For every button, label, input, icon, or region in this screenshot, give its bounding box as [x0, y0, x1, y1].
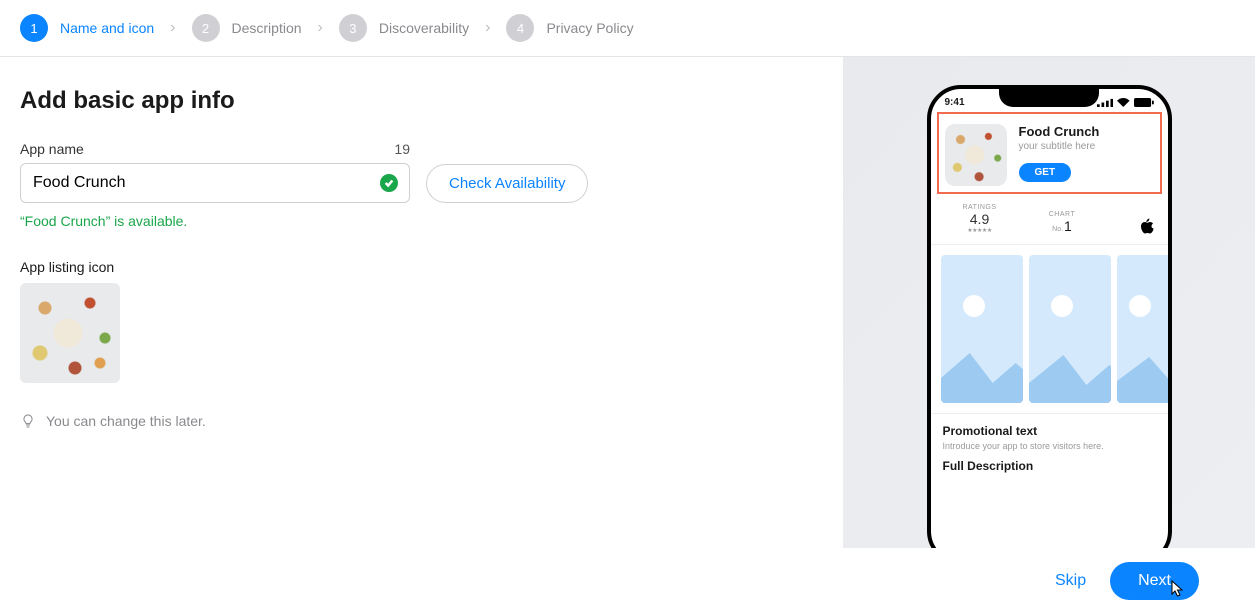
app-name-input[interactable] — [20, 163, 410, 203]
skip-button[interactable]: Skip — [1055, 572, 1086, 590]
hint: You can change this later. — [20, 413, 823, 429]
page-title: Add basic app info — [20, 87, 823, 115]
step-1[interactable]: 1 Name and icon — [20, 14, 154, 42]
screenshot-placeholder — [1117, 255, 1172, 403]
chart-label: CHART — [985, 211, 1140, 218]
listing-subtitle: your subtitle here — [1019, 141, 1154, 152]
chart-no-label: No. — [1052, 226, 1063, 233]
check-availability-button[interactable]: Check Availability — [426, 164, 588, 203]
chevron-right-icon: › — [318, 19, 323, 37]
step-number: 3 — [339, 14, 367, 42]
step-label: Privacy Policy — [546, 20, 633, 36]
apple-icon — [1140, 218, 1154, 234]
step-2[interactable]: 2 Description — [192, 14, 302, 42]
wizard-steps: 1 Name and icon › 2 Description › 3 Disc… — [0, 0, 1255, 57]
get-button[interactable]: GET — [1019, 163, 1072, 182]
app-name-label: App name — [20, 141, 84, 157]
listing-title: Food Crunch — [1019, 124, 1154, 139]
char-remaining: 19 — [394, 141, 410, 157]
step-label: Description — [232, 20, 302, 36]
availability-status: “Food Crunch” is available. — [20, 213, 823, 229]
step-number: 4 — [506, 14, 534, 42]
signal-icon — [1097, 98, 1113, 107]
check-circle-icon — [380, 174, 398, 192]
step-4[interactable]: 4 Privacy Policy — [506, 14, 633, 42]
preview-panel: 9:41 Food Crunch your subtitle here GET — [843, 57, 1255, 554]
stats-row: RATINGS 4.9 ★★★★★ CHART No. 1 — [931, 194, 1168, 245]
status-time: 9:41 — [945, 97, 965, 108]
screenshot-gallery — [931, 245, 1168, 414]
screenshot-placeholder — [941, 255, 1023, 403]
app-icon-preview[interactable] — [20, 283, 120, 383]
hint-text: You can change this later. — [46, 413, 206, 429]
step-label: Discoverability — [379, 20, 469, 36]
battery-icon — [1134, 98, 1154, 107]
chevron-right-icon: › — [485, 19, 490, 37]
app-icon-label: App listing icon — [20, 259, 823, 275]
next-button[interactable]: Next — [1110, 562, 1199, 600]
lightbulb-icon — [20, 413, 36, 429]
chevron-right-icon: › — [170, 19, 175, 37]
phone-preview: 9:41 Food Crunch your subtitle here GET — [927, 85, 1172, 565]
wifi-icon — [1117, 98, 1130, 107]
step-number: 1 — [20, 14, 48, 42]
promo-text: Introduce your app to store visitors her… — [943, 441, 1156, 451]
full-description-label: Full Description — [931, 453, 1168, 479]
step-label: Name and icon — [60, 20, 154, 36]
chart-no-value: 1 — [1064, 218, 1072, 234]
step-3[interactable]: 3 Discoverability — [339, 14, 469, 42]
step-number: 2 — [192, 14, 220, 42]
screenshot-placeholder — [1029, 255, 1111, 403]
ratings-label: RATINGS — [945, 204, 1015, 211]
footer-actions: Skip Next — [0, 548, 1255, 614]
listing-icon — [945, 124, 1007, 186]
app-listing-highlight: Food Crunch your subtitle here GET — [937, 112, 1162, 194]
promo-title: Promotional text — [943, 424, 1156, 438]
